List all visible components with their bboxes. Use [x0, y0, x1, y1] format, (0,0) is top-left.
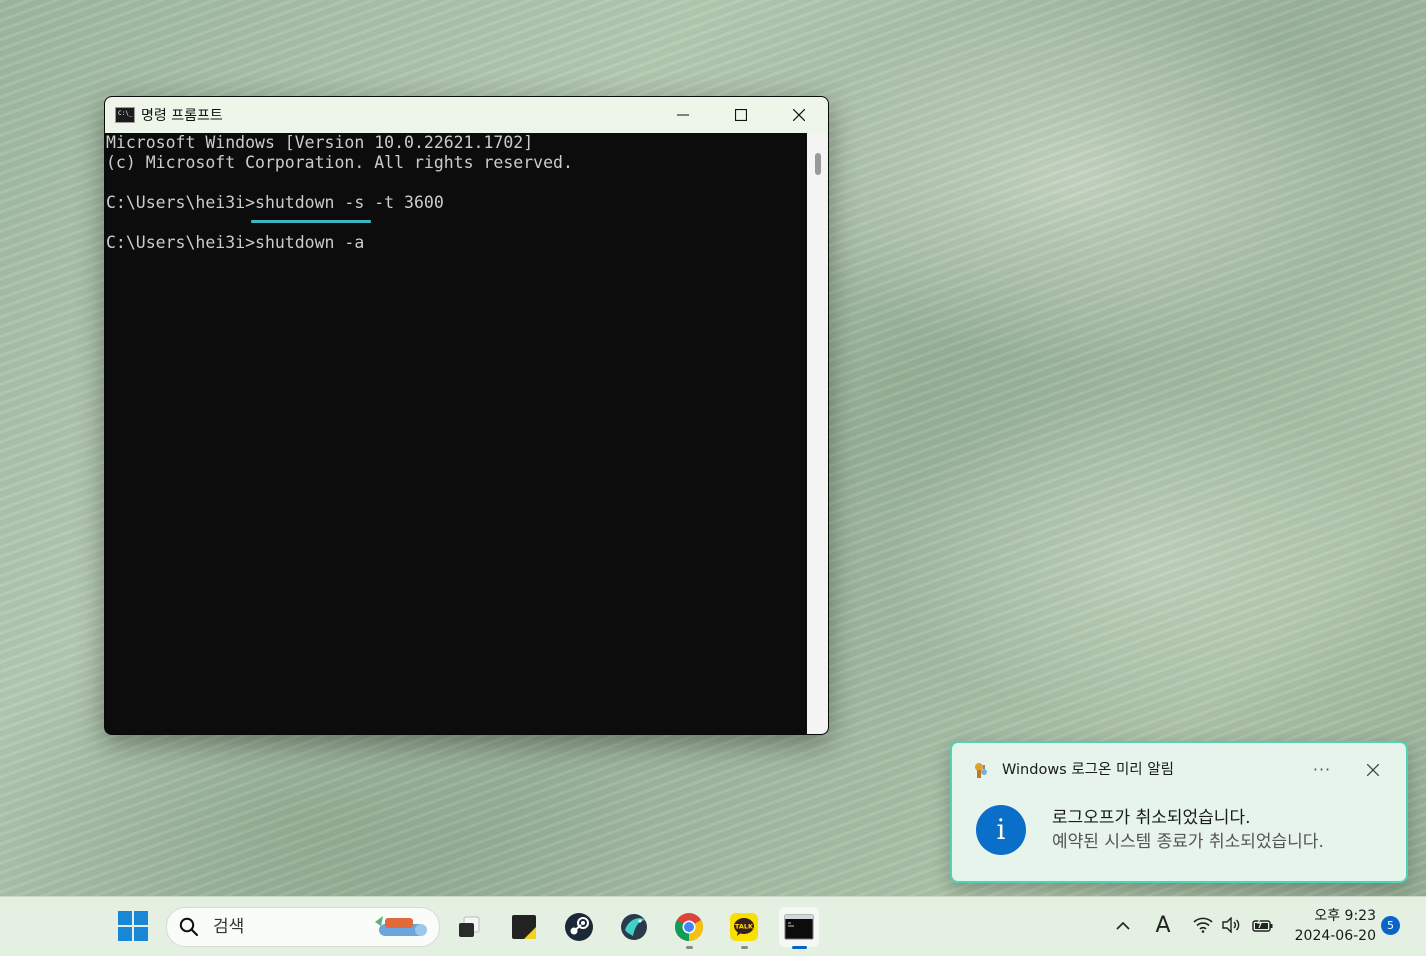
command-highlight: [251, 220, 371, 223]
window-controls: [654, 97, 828, 133]
scrollbar[interactable]: [807, 133, 828, 734]
volume-button[interactable]: [1219, 912, 1243, 938]
steam-icon: [565, 913, 593, 941]
console-line: Microsoft Windows [Version 10.0.22621.17…: [106, 133, 534, 152]
chrome-button[interactable]: [669, 907, 709, 949]
taskbar: 검색 TALK A 오후 9:23 2024-06-20 5: [0, 896, 1426, 956]
toast-close-button[interactable]: [1360, 757, 1386, 783]
close-icon: [1367, 764, 1379, 776]
close-button[interactable]: [770, 97, 828, 133]
chrome-icon: [675, 913, 703, 941]
info-icon: i: [976, 805, 1026, 855]
console-line: C:\Users\hei3i>shutdown -s -t 3600: [106, 193, 444, 212]
scrollbar-thumb[interactable]: [815, 153, 821, 175]
active-indicator: [792, 946, 807, 949]
search-placeholder: 검색: [213, 917, 245, 937]
console-line: (c) Microsoft Corporation. All rights re…: [106, 153, 573, 172]
maximize-icon: [735, 109, 747, 121]
chevron-up-icon: [1116, 921, 1130, 930]
close-icon: [793, 109, 805, 121]
wifi-button[interactable]: [1191, 912, 1215, 938]
start-button[interactable]: [118, 911, 148, 941]
minimize-button[interactable]: [654, 97, 712, 133]
ime-indicator[interactable]: A: [1152, 912, 1174, 938]
running-indicator: [741, 946, 748, 949]
clock-date: 2024-06-20: [1294, 928, 1376, 944]
sticky-notes-button[interactable]: [504, 907, 544, 947]
console-line: C:\Users\hei3i>shutdown -a: [106, 233, 365, 252]
task-view-icon: [459, 916, 480, 937]
clock[interactable]: 오후 9:23 2024-06-20: [1290, 906, 1376, 946]
kakaotalk-icon: TALK: [730, 913, 758, 941]
title-bar[interactable]: C:\_ 명령 프롬프트: [105, 97, 828, 133]
windows-logo-tile: [118, 911, 132, 925]
console-output[interactable]: Microsoft Windows [Version 10.0.22621.17…: [105, 133, 807, 734]
cmd-icon: C:\_: [115, 107, 135, 123]
browser-app-button[interactable]: [614, 907, 654, 947]
battery-charging-icon: [1252, 917, 1273, 932]
more-options-button[interactable]: ···: [1307, 757, 1337, 781]
info-glyph: i: [996, 813, 1006, 846]
kakaotalk-label: TALK: [735, 923, 754, 931]
clock-time: 오후 9:23: [1314, 908, 1376, 924]
terminal-icon: [784, 914, 814, 940]
windows-logo-tile: [134, 911, 148, 925]
speaker-icon: [1222, 917, 1240, 933]
bird-browser-icon: [621, 914, 647, 940]
search-box[interactable]: 검색: [166, 907, 440, 947]
show-hidden-icons-button[interactable]: [1113, 912, 1133, 938]
command-prompt-taskbar-button[interactable]: [779, 907, 819, 949]
steam-button[interactable]: [559, 907, 599, 947]
toast-body: 예약된 시스템 종료가 취소되었습니다.: [1052, 832, 1324, 852]
wifi-icon: [1193, 917, 1213, 933]
minimize-icon: [677, 114, 689, 116]
window-title: 명령 프롬프트: [141, 108, 223, 124]
search-icon: [179, 917, 199, 937]
running-indicator: [686, 946, 693, 949]
sticky-notes-icon: [512, 915, 536, 939]
command-prompt-window[interactable]: C:\_ 명령 프롬프트 Microsoft Windows [Version …: [104, 96, 829, 735]
kakaotalk-button[interactable]: TALK: [724, 907, 764, 949]
logon-reminder-icon: [975, 763, 987, 778]
notification-badge[interactable]: 5: [1381, 916, 1400, 935]
search-highlight-icon: [375, 916, 427, 936]
maximize-button[interactable]: [712, 97, 770, 133]
task-view-button[interactable]: [449, 907, 489, 947]
toast-notification[interactable]: Windows 로그온 미리 알림 ··· i 로그오프가 취소되었습니다. 예…: [950, 741, 1408, 883]
toast-app-name: Windows 로그온 미리 알림: [1002, 762, 1174, 778]
windows-logo-tile: [118, 927, 132, 941]
windows-logo-tile: [134, 927, 148, 941]
toast-title: 로그오프가 취소되었습니다.: [1052, 808, 1251, 828]
battery-button[interactable]: [1250, 912, 1276, 938]
